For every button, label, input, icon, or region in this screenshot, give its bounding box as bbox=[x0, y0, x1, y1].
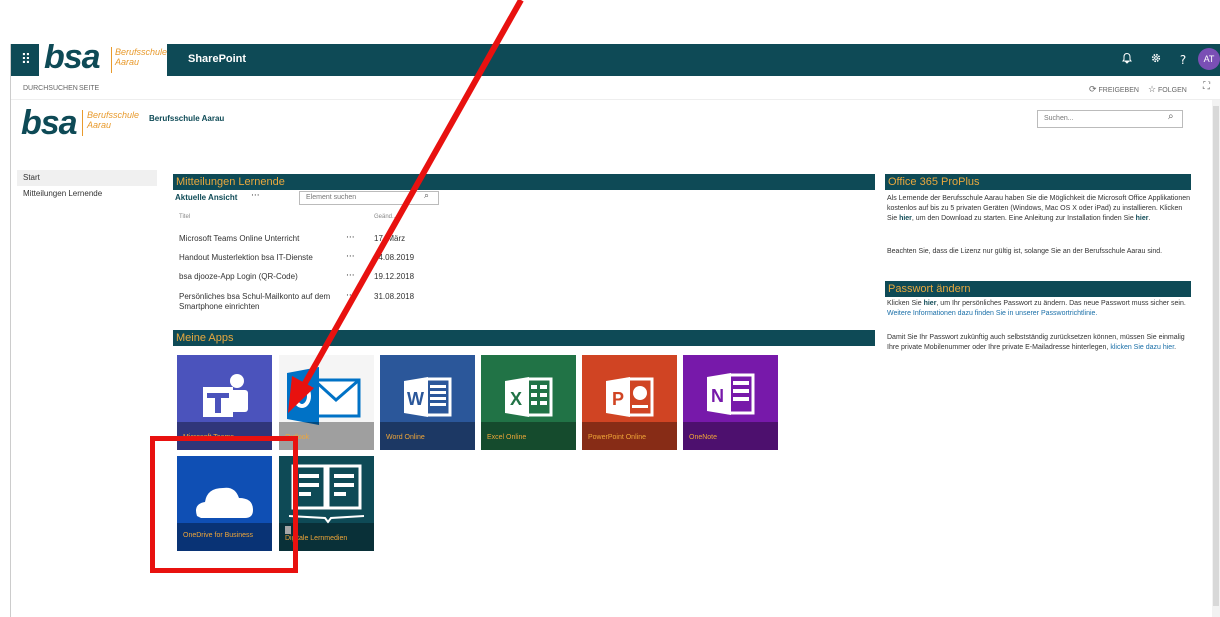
site-logo-mark[interactable]: bsa bbox=[21, 104, 78, 143]
scrollbar-thumb[interactable] bbox=[1213, 106, 1219, 606]
password-header[interactable]: Passwort ändern bbox=[885, 281, 1191, 297]
bell-icon[interactable] bbox=[1119, 52, 1135, 68]
suite-bar: ⠿ bsa Berufsschule Aarau SharePoint ? AT bbox=[11, 44, 1220, 76]
column-changed[interactable]: Geänd... bbox=[374, 214, 397, 220]
focus-mode-icon[interactable]: ⛶ bbox=[1203, 81, 1210, 92]
follow-button[interactable]: ☆ FOLGEN bbox=[1148, 84, 1187, 95]
site-search-input[interactable]: Suchen... bbox=[1037, 110, 1183, 128]
svg-text:W: W bbox=[407, 389, 424, 409]
item-menu-icon[interactable]: ··· bbox=[346, 233, 355, 243]
announcements-header[interactable]: Mitteilungen Lernende bbox=[173, 174, 875, 190]
reset-text-b: . bbox=[1174, 344, 1177, 351]
svg-text:P: P bbox=[612, 389, 624, 409]
install-link[interactable]: hier bbox=[899, 215, 912, 222]
office-info: Als Lernende der Berufsschule Aarau habe… bbox=[887, 194, 1193, 224]
suite-logo-mark: bsa bbox=[44, 44, 101, 76]
list-item-title[interactable]: Persönliches bsa Schul-Mailkonto auf dem… bbox=[179, 292, 349, 312]
list-item-date: 17. März bbox=[374, 234, 406, 243]
site-logo-sub-text: Berufsschule Aarau bbox=[87, 110, 140, 130]
reset-info: Damit Sie Ihr Passwort zukünftig auch se… bbox=[887, 333, 1193, 353]
office-text-b: , um den Download zu starten. Eine Anlei… bbox=[911, 215, 1136, 222]
app-tile-onenote[interactable]: N OneNote bbox=[683, 355, 778, 450]
policy-link[interactable]: Weitere Informationen dazu finden Sie in… bbox=[887, 310, 1097, 317]
list-item-title[interactable]: bsa djooze-App Login (QR-Code) bbox=[179, 272, 349, 282]
suite-title[interactable]: SharePoint bbox=[188, 53, 246, 65]
reset-link[interactable]: klicken Sie dazu hier bbox=[1110, 344, 1174, 351]
list-item-date: 31.08.2018 bbox=[374, 292, 415, 301]
app-tile-word[interactable]: W Word Online bbox=[380, 355, 475, 450]
current-view[interactable]: Aktuelle Ansicht bbox=[175, 193, 237, 202]
tab-browse[interactable]: DURCHSUCHEN bbox=[23, 85, 78, 92]
list-search-input[interactable]: Element suchen bbox=[299, 191, 439, 205]
column-title[interactable]: Titel bbox=[179, 214, 190, 220]
suite-logo-sub: Berufsschule Aarau bbox=[115, 47, 168, 67]
site-logo-sub: Berufsschule Aarau bbox=[87, 110, 140, 130]
gear-icon[interactable] bbox=[1148, 52, 1164, 68]
highlight-box bbox=[150, 436, 298, 573]
office-text-c: . bbox=[1148, 215, 1151, 222]
app-tile-powerpoint[interactable]: P PowerPoint Online bbox=[582, 355, 677, 450]
guide-link[interactable]: hier bbox=[1136, 215, 1149, 222]
logo-sub-text: Berufsschule Aarau bbox=[115, 47, 168, 67]
office-header[interactable]: Office 365 ProPlus bbox=[885, 174, 1191, 190]
share-label: FREIGEBEN bbox=[1098, 87, 1139, 94]
search-icon[interactable]: ⌕ bbox=[1168, 111, 1174, 122]
tile-label: OneNote bbox=[683, 422, 778, 450]
ribbon: DURCHSUCHEN SEITE ⟳ FREIGEBEN ☆ FOLGEN ⛶ bbox=[11, 76, 1220, 100]
share-button[interactable]: ⟳ FREIGEBEN bbox=[1089, 84, 1139, 95]
logo-divider bbox=[111, 47, 112, 73]
follow-label: FOLGEN bbox=[1158, 87, 1187, 94]
list-item-title[interactable]: Handout Musterlektion bsa IT-Dienste bbox=[179, 253, 349, 263]
password-text-b: , um Ihr persönliches Passwort zu ändern… bbox=[936, 300, 1186, 307]
share-icon: ⟳ bbox=[1089, 84, 1097, 94]
apps-header[interactable]: Meine Apps bbox=[173, 330, 875, 346]
tab-page[interactable]: SEITE bbox=[79, 85, 99, 92]
nav-item-start[interactable]: Start bbox=[17, 170, 157, 186]
item-menu-icon[interactable]: ··· bbox=[346, 291, 355, 301]
avatar[interactable]: AT bbox=[1198, 48, 1220, 70]
list-item-date: 14.08.2019 bbox=[374, 253, 415, 262]
search-icon[interactable]: ⌕ bbox=[424, 191, 429, 201]
site-title[interactable]: Berufsschule Aarau bbox=[149, 114, 224, 123]
list-item-title[interactable]: Microsoft Teams Online Unterricht bbox=[179, 234, 349, 244]
svg-text:X: X bbox=[510, 389, 522, 409]
suite-logo[interactable]: bsa Berufsschule Aarau bbox=[39, 44, 167, 76]
tile-label: Word Online bbox=[380, 422, 475, 450]
list-item-date: 19.12.2018 bbox=[374, 272, 415, 281]
view-more-icon[interactable]: ··· bbox=[251, 191, 260, 201]
site-logo-divider bbox=[82, 110, 83, 136]
tile-label: Excel Online bbox=[481, 422, 576, 450]
item-menu-icon[interactable]: ··· bbox=[346, 252, 355, 262]
password-link[interactable]: hier bbox=[924, 300, 937, 307]
item-menu-icon[interactable]: ··· bbox=[346, 271, 355, 281]
svg-text:N: N bbox=[711, 386, 724, 406]
password-info: Klicken Sie hier, um Ihr persönliches Pa… bbox=[887, 299, 1193, 319]
license-note: Beachten Sie, dass die Lizenz nur gültig… bbox=[887, 248, 1163, 255]
app-tile-excel[interactable]: X Excel Online bbox=[481, 355, 576, 450]
star-icon: ☆ bbox=[1148, 84, 1157, 94]
nav-item-mitteilungen[interactable]: Mitteilungen Lernende bbox=[23, 189, 102, 198]
password-text-a: Klicken Sie bbox=[887, 300, 924, 307]
tile-label: PowerPoint Online bbox=[582, 422, 677, 450]
app-launcher-icon[interactable]: ⠿ bbox=[17, 51, 35, 69]
help-icon[interactable]: ? bbox=[1175, 52, 1191, 68]
